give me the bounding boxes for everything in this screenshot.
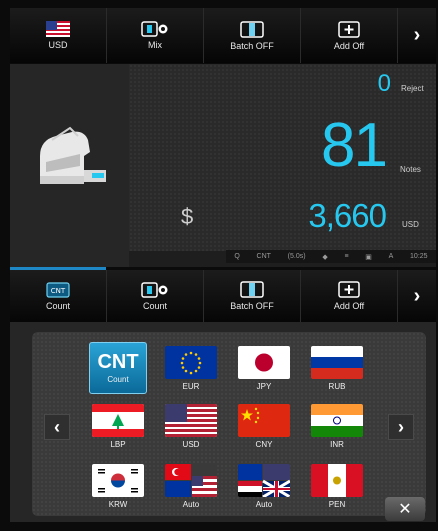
currency-next-button[interactable]: › xyxy=(388,414,414,440)
toolbar-next-button[interactable]: › xyxy=(398,8,436,63)
currency-code: Auto xyxy=(255,500,273,509)
currency-tile-eur[interactable]: EUR xyxy=(162,342,220,394)
currency-tile-rub[interactable]: RUB xyxy=(308,342,366,394)
close-button[interactable]: ✕ xyxy=(385,497,425,521)
bottom-toolbar: CNT Count Count Batch OFF Add Off › xyxy=(10,270,436,322)
us-flag-icon xyxy=(46,21,70,37)
counter-values: 0 Reject 81 Notes $ 3,660 USD xyxy=(129,64,436,251)
chevron-right-icon: › xyxy=(398,416,404,437)
currency-code: EUR xyxy=(182,382,200,391)
svg-text:CNT: CNT xyxy=(51,287,66,295)
status-sensor-icon: ◆ xyxy=(322,253,328,261)
peru-flag-icon xyxy=(311,464,363,497)
japan-flag-icon xyxy=(238,346,290,379)
add-icon xyxy=(338,281,360,298)
currency-code: KRW xyxy=(108,500,128,509)
currency-usd-button[interactable]: USD xyxy=(10,8,107,63)
reject-count: 0 xyxy=(377,70,391,97)
currency-code: CNY xyxy=(255,440,273,449)
notes-label: Notes xyxy=(400,165,421,174)
status-auto: A xyxy=(388,253,394,260)
currency-tile-cny[interactable]: CNY xyxy=(235,400,293,452)
currency-tile-count[interactable]: CNT Count xyxy=(89,342,147,394)
currency-code: PEN xyxy=(328,500,346,509)
batch-label: Batch OFF xyxy=(230,40,274,51)
amount-unit: USD xyxy=(402,220,419,229)
top-toolbar: USD Mix Batch OFF Add Off › xyxy=(10,8,436,63)
toolbar2-next-button[interactable]: › xyxy=(398,270,436,322)
currency-tile-inr[interactable]: INR xyxy=(308,400,366,452)
mix-mode-label: Mix xyxy=(148,40,162,50)
chevron-left-icon: ‹ xyxy=(54,416,60,437)
machine-panel xyxy=(10,64,129,267)
mix-gear-icon xyxy=(141,21,168,37)
currency-tile-krw[interactable]: KRW xyxy=(89,460,147,512)
count-mode-label: Count xyxy=(45,300,71,311)
batch-button[interactable]: Batch OFF xyxy=(204,8,301,63)
multi-flag-icon xyxy=(238,464,290,497)
us-flag-icon xyxy=(165,404,217,437)
russia-flag-icon xyxy=(311,346,363,379)
status-screen-icon: ▣ xyxy=(365,253,372,261)
multi-flag-icon xyxy=(165,464,217,497)
lebanon-flag-icon xyxy=(92,404,144,437)
amount-total: 3,660 xyxy=(308,197,387,234)
count-display: 0 Reject 81 Notes $ 3,660 USD xyxy=(10,64,436,267)
currency-code: INR xyxy=(330,440,344,449)
reject-label: Reject xyxy=(401,84,424,93)
india-flag-icon xyxy=(311,404,363,437)
notes-count: 81 xyxy=(321,111,388,180)
currency-code: Auto xyxy=(182,500,200,509)
status-bar: Q CNT (5.0s) ◆ ≡ ▣ A 10:25 xyxy=(226,250,436,263)
add-off-button[interactable]: Add Off xyxy=(301,270,398,322)
currency-symbol: $ xyxy=(181,204,194,229)
currency-code: USD xyxy=(182,440,200,449)
eu-flag-icon xyxy=(165,346,217,379)
cnt-icon: CNT xyxy=(46,281,70,298)
chevron-right-icon: › xyxy=(413,284,421,307)
korea-flag-icon xyxy=(92,464,144,497)
batch-icon xyxy=(240,20,264,38)
currency-tile-pen[interactable]: PEN xyxy=(308,460,366,512)
currency-usd-label: USD xyxy=(48,40,68,50)
count-mix-label: Count xyxy=(142,300,168,311)
currency-tile-auto-1[interactable]: Auto xyxy=(162,460,220,512)
currency-panel: CNT Count EUR JPY RUB LBP USD CNY INR KR… xyxy=(10,322,436,522)
count-mix-button[interactable]: Count xyxy=(107,270,204,322)
count-tile-label: Count xyxy=(107,375,129,384)
currency-code: RUB xyxy=(328,382,346,391)
currency-code: LBP xyxy=(110,440,126,449)
currency-tile-auto-2[interactable]: Auto xyxy=(235,460,293,512)
batch-off-button[interactable]: Batch OFF xyxy=(204,270,301,322)
mix-mode-button[interactable]: Mix xyxy=(107,8,204,63)
counting-machine-icon xyxy=(40,126,106,184)
count-mode-button[interactable]: CNT Count xyxy=(10,270,107,322)
status-search: Q xyxy=(234,253,240,260)
add-off-label: Add Off xyxy=(333,301,365,311)
currency-grid: CNT Count EUR JPY RUB LBP USD CNY INR KR… xyxy=(32,332,426,516)
currency-tile-jpy[interactable]: JPY xyxy=(235,342,293,394)
status-mode: CNT xyxy=(256,253,271,260)
currency-tile-usd[interactable]: USD xyxy=(162,400,220,452)
add-button[interactable]: Add Off xyxy=(301,8,398,63)
batch-icon xyxy=(240,281,264,298)
currency-prev-button[interactable]: ‹ xyxy=(44,414,70,440)
china-flag-icon xyxy=(238,404,290,437)
currency-code: JPY xyxy=(256,382,272,391)
chevron-right-icon: › xyxy=(413,24,421,46)
add-label: Add Off xyxy=(333,40,365,51)
batch-off-label: Batch OFF xyxy=(230,301,274,311)
mix-gear-icon xyxy=(141,281,168,298)
close-icon: ✕ xyxy=(398,501,412,518)
currency-tile-lbp[interactable]: LBP xyxy=(89,400,147,452)
status-time: 10:25 xyxy=(410,253,428,260)
status-speed: (5.0s) xyxy=(287,253,306,260)
add-icon xyxy=(338,20,360,38)
device-screen: USD Mix Batch OFF Add Off › 0 Reject 81 … xyxy=(0,0,438,531)
status-menu-icon: ≡ xyxy=(344,253,349,260)
count-tile-text: CNT xyxy=(97,351,139,373)
